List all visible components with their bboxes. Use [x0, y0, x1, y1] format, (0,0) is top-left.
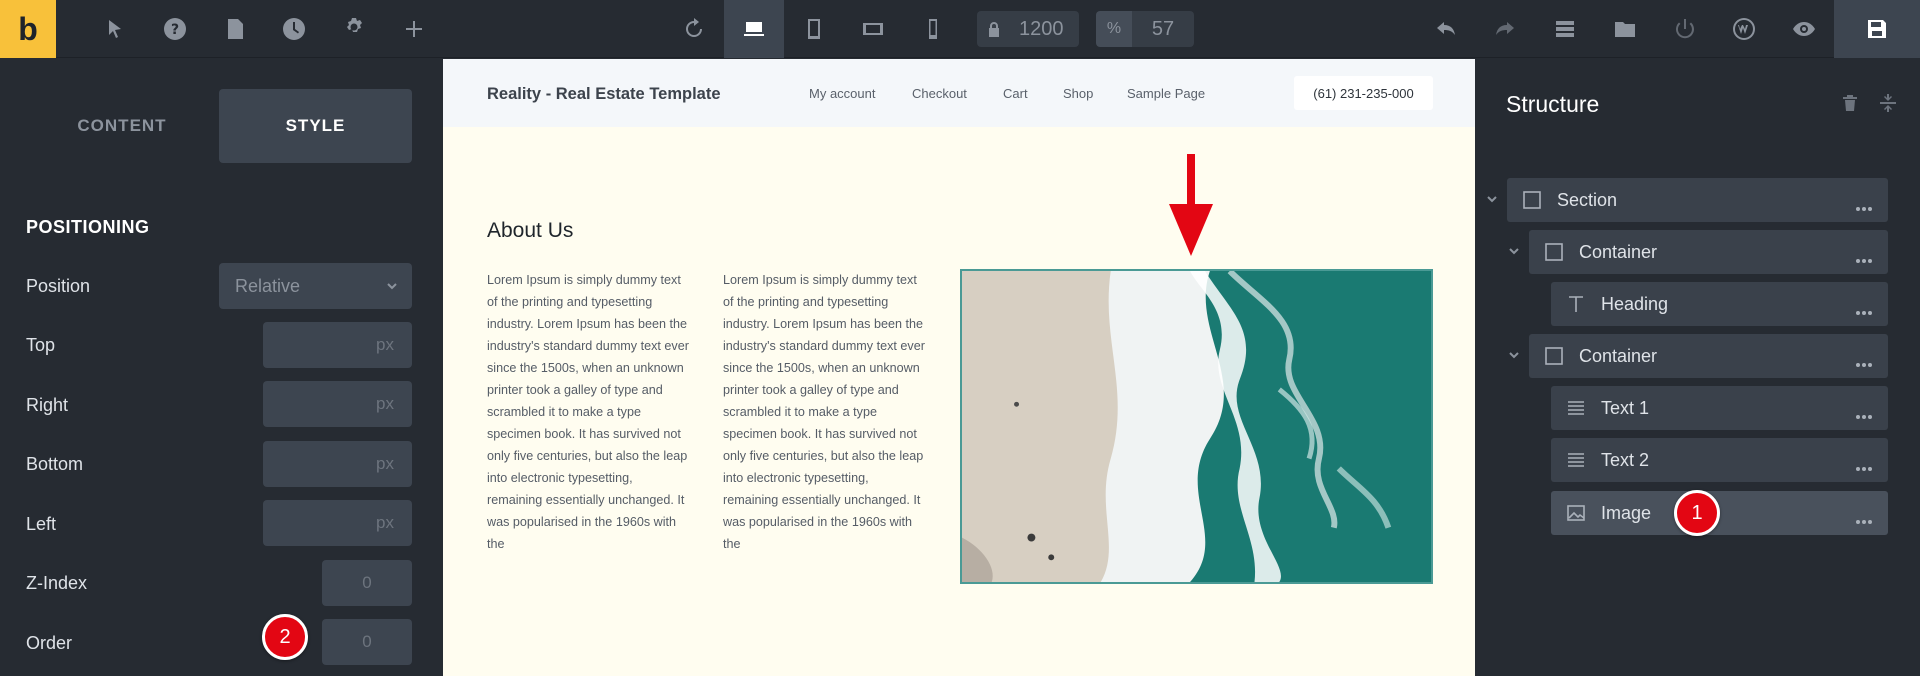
- text-lines-icon: [1565, 449, 1587, 471]
- structure-item-label: Container: [1579, 241, 1658, 262]
- structure-item-container-1[interactable]: Container: [1529, 230, 1888, 274]
- more-options-icon[interactable]: [1856, 406, 1872, 419]
- text-block-2[interactable]: Lorem Ipsum is simply dummy text of the …: [723, 269, 927, 555]
- lock-icon[interactable]: [977, 21, 1011, 37]
- beach-aerial-image[interactable]: [960, 269, 1433, 584]
- site-title[interactable]: Reality - Real Estate Template: [487, 85, 721, 104]
- power-icon[interactable]: [1655, 0, 1715, 58]
- structure-item-label: Section: [1557, 189, 1618, 210]
- text-block-1[interactable]: Lorem Ipsum is simply dummy text of the …: [487, 269, 691, 555]
- add-plus-icon[interactable]: [384, 0, 444, 58]
- annotation-badge-1: 1: [1674, 490, 1720, 536]
- z-index-input[interactable]: 0: [322, 560, 412, 606]
- structure-panel: Structure Section Container Heading Cont…: [1476, 59, 1920, 676]
- page-canvas[interactable]: Reality - Real Estate Template My accoun…: [443, 59, 1475, 676]
- history-clock-icon[interactable]: [264, 0, 324, 58]
- settings-gear-icon[interactable]: [324, 0, 384, 58]
- collapse-all-icon[interactable]: [1878, 93, 1902, 117]
- positioning-section-title: POSITIONING: [26, 217, 150, 237]
- beach-image-graphic: [962, 271, 1431, 582]
- chevron-down-icon[interactable]: [1507, 244, 1521, 258]
- square-icon: [1543, 241, 1565, 263]
- save-icon[interactable]: [1834, 0, 1920, 58]
- zoom-value[interactable]: 57: [1132, 11, 1194, 47]
- order-input[interactable]: 0: [322, 619, 412, 665]
- chevron-down-icon[interactable]: [1507, 348, 1521, 362]
- style-panel: CONTENT STYLE POSITIONING Position Relat…: [0, 59, 442, 676]
- structure-item-text-1[interactable]: Text 1: [1551, 386, 1888, 430]
- structure-item-heading[interactable]: Heading: [1551, 282, 1888, 326]
- structure-title: Structure: [1506, 91, 1600, 117]
- preview-eye-icon[interactable]: [1774, 0, 1834, 58]
- position-select[interactable]: Relative: [219, 263, 412, 309]
- tab-style[interactable]: STYLE: [219, 89, 412, 163]
- top-label: Top: [26, 335, 56, 355]
- top-input[interactable]: px: [263, 322, 412, 368]
- undo-icon[interactable]: [1416, 0, 1476, 58]
- bottom-input[interactable]: px: [263, 441, 412, 487]
- canvas-width-value: 1200: [1019, 17, 1064, 40]
- more-options-icon[interactable]: [1856, 302, 1872, 315]
- select-arrow-icon[interactable]: [85, 0, 145, 58]
- nav-link-my-account[interactable]: My account: [809, 86, 875, 101]
- phone-button[interactable]: (61) 231-235-000: [1294, 76, 1433, 110]
- phone-icon[interactable]: [903, 0, 963, 58]
- right-input[interactable]: px: [263, 381, 412, 427]
- more-options-icon[interactable]: [1856, 511, 1872, 524]
- nav-link-sample-page[interactable]: Sample Page: [1127, 86, 1205, 101]
- structure-item-label: Text 2: [1601, 449, 1650, 470]
- nav-link-checkout[interactable]: Checkout: [912, 86, 967, 101]
- left-label: Left: [26, 514, 57, 534]
- right-label: Right: [26, 395, 69, 415]
- z-index-label: Z-Index: [26, 573, 88, 593]
- zoom-percent-symbol: %: [1096, 11, 1132, 47]
- structure-item-label: Text 1: [1601, 397, 1650, 418]
- annotation-badge-2: 2: [262, 614, 308, 660]
- square-icon: [1543, 345, 1565, 367]
- help-icon[interactable]: ?: [145, 0, 205, 58]
- layers-icon[interactable]: [1535, 0, 1595, 58]
- svg-text:?: ?: [171, 22, 179, 38]
- structure-item-label: Image: [1601, 502, 1652, 523]
- laptop-icon[interactable]: [724, 0, 784, 58]
- nav-link-shop[interactable]: Shop: [1063, 86, 1093, 101]
- more-options-icon[interactable]: [1856, 458, 1872, 471]
- text-lines-icon: [1565, 397, 1587, 419]
- wordpress-icon[interactable]: [1714, 0, 1774, 58]
- top-toolbar: b ? 1200 % 57: [0, 0, 1920, 58]
- structure-item-section[interactable]: Section: [1507, 178, 1888, 222]
- position-label: Position: [26, 276, 91, 296]
- undo-refresh-icon[interactable]: [664, 0, 724, 58]
- trash-icon[interactable]: [1840, 93, 1864, 117]
- chevron-down-icon[interactable]: [1485, 192, 1499, 206]
- folder-icon[interactable]: [1595, 0, 1655, 58]
- structure-item-text-2[interactable]: Text 2: [1551, 438, 1888, 482]
- left-input[interactable]: px: [263, 500, 412, 546]
- canvas-width-field[interactable]: 1200: [977, 11, 1079, 47]
- site-header[interactable]: Reality - Real Estate Template My accoun…: [443, 59, 1475, 127]
- square-icon: [1521, 189, 1543, 211]
- heading-t-icon: [1565, 293, 1587, 315]
- chevron-down-icon: [387, 283, 397, 290]
- red-arrow-icon: [1169, 154, 1213, 256]
- structure-item-label: Heading: [1601, 293, 1669, 314]
- builder-logo[interactable]: b: [0, 0, 56, 58]
- more-options-icon[interactable]: [1856, 198, 1872, 211]
- nav-link-cart[interactable]: Cart: [1003, 86, 1028, 101]
- redo-icon[interactable]: [1475, 0, 1535, 58]
- more-options-icon[interactable]: [1856, 250, 1872, 263]
- structure-item-label: Container: [1579, 345, 1658, 366]
- position-select-value: Relative: [235, 275, 301, 296]
- bottom-label: Bottom: [26, 454, 84, 474]
- about-heading[interactable]: About Us: [487, 219, 573, 243]
- order-label: Order: [26, 633, 73, 653]
- image-icon: [1565, 502, 1587, 524]
- structure-item-container-2[interactable]: Container: [1529, 334, 1888, 378]
- more-options-icon[interactable]: [1856, 354, 1872, 367]
- tab-content[interactable]: CONTENT: [26, 89, 218, 163]
- tablet-landscape-icon[interactable]: [843, 0, 903, 58]
- page-icon[interactable]: [205, 0, 265, 58]
- tablet-icon[interactable]: [784, 0, 844, 58]
